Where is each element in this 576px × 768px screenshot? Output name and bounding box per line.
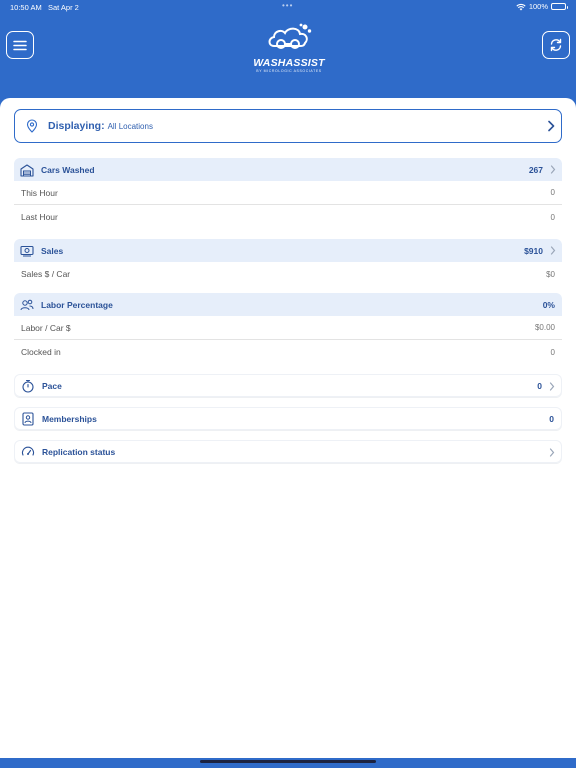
this-hour-value: 0 [550,188,555,197]
logo-wordmark: WASHASSIST [253,57,325,69]
sales-title: Sales [41,245,64,256]
cars-washed-value: 267 [528,164,543,175]
replication-title: Replication status [42,446,116,457]
replication-status-row[interactable]: Replication status [14,440,562,463]
labor-header: Labor Percentage 0% [14,293,562,316]
wifi-icon [516,3,526,10]
logo-subtitle: BY MICROLOGIC ASSOCIATES [256,69,322,73]
chevron-right-icon [550,246,556,255]
washassist-logo: WASHASSIST BY MICROLOGIC ASSOCIATES [248,22,330,73]
last-hour-label: Last Hour [21,212,58,222]
pace-title: Pace [42,380,62,391]
member-card-icon [22,411,34,426]
dashboard-panel: Displaying: All Locations Cars Washed 26… [0,98,576,758]
multitasking-dots[interactable]: ••• [282,1,293,10]
chevron-right-icon [548,120,555,132]
battery-percent: 100% [528,2,548,11]
labor-value: 0% [542,299,555,310]
clocked-in-label: Clocked in [21,347,61,357]
memberships-title: Memberships [42,413,97,424]
people-icon [20,299,34,310]
gauge-icon [21,446,35,456]
clocked-in-value: 0 [550,347,555,357]
sales-per-car-label: Sales $ / Car [21,269,71,279]
stopwatch-icon [22,379,34,393]
location-selector[interactable]: Displaying: All Locations [14,109,562,143]
sales-per-car-value: $0 [546,269,555,279]
location-label: Displaying: [48,120,105,132]
garage-icon [20,163,34,177]
cars-washed-card: Cars Washed 267 This Hour 0 Last Hour 0 [14,158,562,229]
status-time: 10:50 AM Sat Apr 2 [10,3,79,12]
location-value: All Locations [107,121,153,131]
labor-card: Labor Percentage 0% Labor / Car $ $0.00 … [14,293,562,364]
battery-icon [551,3,568,10]
hamburger-icon [13,40,27,50]
chevron-right-icon [550,165,556,174]
home-indicator[interactable] [200,760,376,763]
labor-per-car-label: Labor / Car $ [21,322,71,333]
labor-title: Labor Percentage [41,299,113,310]
this-hour-row: This Hour 0 [14,181,562,205]
status-right: 100% [516,2,568,11]
last-hour-value: 0 [550,212,555,222]
cash-icon [20,245,34,256]
status-bar: 10:50 AM Sat Apr 2 ••• 100% [0,0,576,14]
sales-value: $910 [524,245,543,256]
map-pin-icon [26,119,38,133]
pace-value: 0 [537,380,542,391]
chevron-right-icon [549,382,555,391]
clocked-in-row: Clocked in 0 [14,340,562,364]
labor-per-car-value: $0.00 [534,323,555,332]
sales-per-car-row: Sales $ / Car $0 [14,262,562,286]
memberships-value: 0 [549,413,554,424]
car-cloud-logo-icon [268,23,312,49]
cars-washed-title: Cars Washed [41,164,95,175]
sales-card: Sales $910 Sales $ / Car $0 [14,239,562,286]
chevron-right-icon [549,448,555,457]
this-hour-label: This Hour [21,187,58,198]
menu-button[interactable] [6,31,34,59]
pace-row[interactable]: Pace 0 [14,374,562,397]
last-hour-row: Last Hour 0 [14,205,562,229]
sync-button[interactable] [542,31,570,59]
cars-washed-header[interactable]: Cars Washed 267 [14,158,562,181]
sales-header[interactable]: Sales $910 [14,239,562,262]
labor-per-car-row: Labor / Car $ $0.00 [14,316,562,340]
sync-icon [550,38,562,52]
memberships-row[interactable]: Memberships 0 [14,407,562,430]
